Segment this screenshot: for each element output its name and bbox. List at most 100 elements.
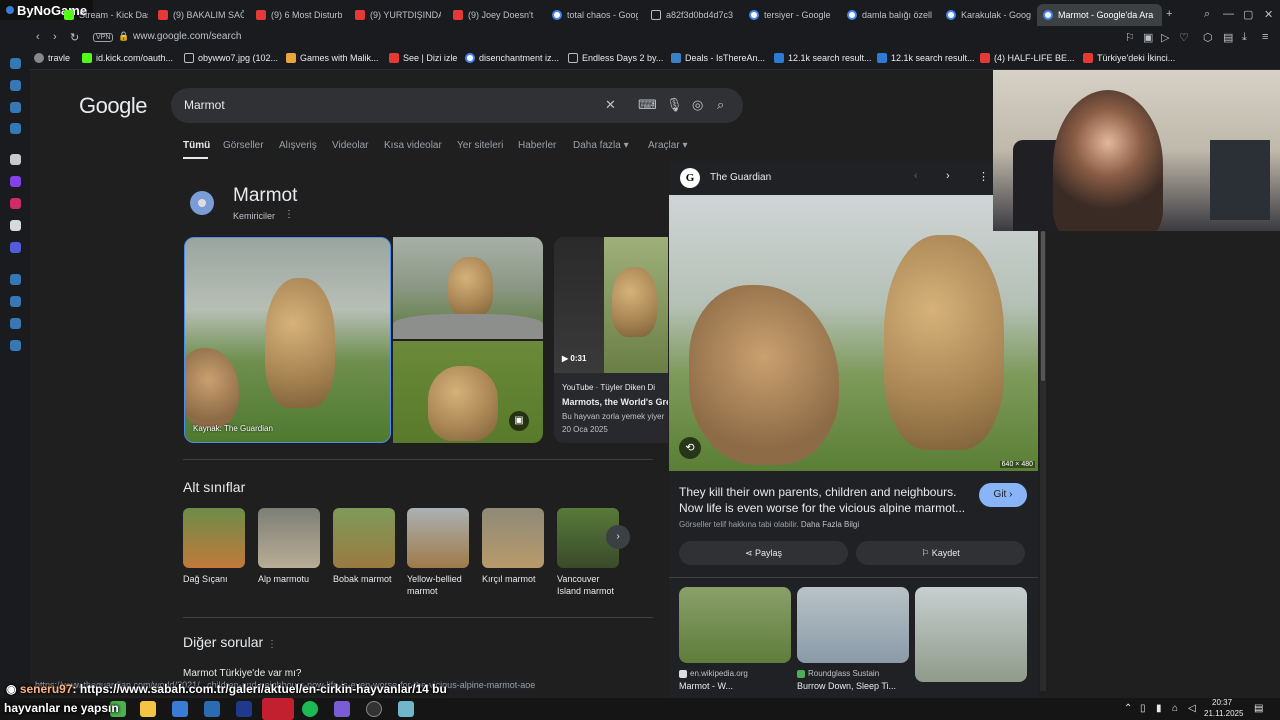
search-icon[interactable]: ⌕: [717, 97, 724, 113]
bookmark-item[interactable]: disenchantment iz...: [465, 53, 559, 63]
download-icon[interactable]: ⤓: [1242, 31, 1247, 44]
clock-date[interactable]: 21.11.2025: [1204, 709, 1243, 718]
app-icon[interactable]: [172, 701, 188, 717]
wallet-icon[interactable]: ▤: [1223, 31, 1233, 44]
bookmark-item[interactable]: (4) HALF-LIFE BE...: [980, 53, 1075, 63]
clock-time[interactable]: 20:37: [1212, 698, 1232, 707]
search-tabs-icon[interactable]: ⌕: [1204, 8, 1210, 21]
visit-button[interactable]: Git ›: [979, 483, 1027, 507]
subclass-item[interactable]: Alp marmotu: [258, 508, 320, 585]
notifications-icon[interactable]: ▤: [1254, 703, 1263, 714]
question-item[interactable]: Marmot Türkiye'de var mı?: [183, 668, 301, 679]
sidebar-shopping-icon[interactable]: [10, 102, 21, 113]
audio-pronunciation-icon[interactable]: [190, 191, 214, 215]
subclass-item[interactable]: Bobak marmot: [333, 508, 395, 585]
gallery-icon[interactable]: ▣: [509, 411, 529, 431]
tray-device-icon[interactable]: ▯: [1140, 703, 1146, 714]
heart-icon[interactable]: ♡: [1179, 31, 1189, 44]
tab[interactable]: total chaos - Goog: [546, 4, 638, 26]
menu-icon[interactable]: ≡: [1262, 31, 1268, 43]
tab-web[interactable]: Yer siteleri: [457, 140, 503, 151]
tray-chevron-icon[interactable]: ⌃: [1124, 703, 1132, 714]
snapshot-icon[interactable]: ▣: [1143, 31, 1153, 44]
instagram-icon[interactable]: [10, 198, 21, 209]
previous-icon[interactable]: ‹: [914, 170, 918, 182]
sidebar-app-icon[interactable]: [10, 154, 21, 165]
lens-search-icon[interactable]: ⟲: [679, 437, 701, 459]
more-info-link[interactable]: Daha Fazla Bilgi: [801, 520, 859, 529]
save-button[interactable]: ⚐ Kaydet: [856, 541, 1025, 565]
twitch-icon[interactable]: [10, 176, 21, 187]
bookmark-item[interactable]: Türkiye'deki İkinci...: [1083, 53, 1175, 63]
subclass-item[interactable]: Dağ Sıçanı: [183, 508, 245, 585]
bookmark-item[interactable]: obywwo7.jpg (102...: [184, 53, 278, 63]
play-icon[interactable]: ▷: [1161, 31, 1169, 44]
google-logo[interactable]: Google: [79, 93, 147, 119]
new-tab-icon[interactable]: +: [1166, 8, 1172, 20]
forward-icon[interactable]: ›: [53, 31, 57, 43]
discord-icon[interactable]: [10, 242, 21, 253]
related-image[interactable]: Roundglass Sustain Burrow Down, Sleep Ti…: [797, 587, 909, 691]
image-thumbnail[interactable]: ▣: [393, 341, 543, 443]
volume-icon[interactable]: ◁: [1188, 703, 1196, 714]
minimize-icon[interactable]: —: [1223, 8, 1234, 20]
bookmark-item[interactable]: Deals - IsThereAn...: [671, 53, 765, 63]
app-icon[interactable]: [398, 701, 414, 717]
bookmark-item[interactable]: 12.1k search result...: [774, 53, 872, 63]
tab-shopping[interactable]: Alışveriş: [279, 140, 317, 151]
obs-icon[interactable]: [366, 701, 382, 717]
file-explorer-icon[interactable]: [140, 701, 156, 717]
maximize-icon[interactable]: ▢: [1243, 8, 1253, 21]
more-options-icon[interactable]: ⋮: [978, 170, 989, 183]
keyboard-icon[interactable]: ⌨: [638, 97, 657, 113]
x-icon[interactable]: [10, 220, 21, 231]
tab[interactable]: (9) 6 Most Disturb: [250, 4, 342, 26]
tab-short-videos[interactable]: Kısa videolar: [384, 140, 442, 151]
tab[interactable]: (9) YURTDIŞINDA: [349, 4, 441, 26]
app-icon[interactable]: [236, 701, 252, 717]
subclass-item[interactable]: Yellow-bellied marmot: [407, 508, 469, 597]
share-button[interactable]: ⋖ Paylaş: [679, 541, 848, 565]
tray-usb-icon[interactable]: ▮: [1156, 703, 1162, 714]
back-icon[interactable]: ‹: [36, 31, 40, 43]
main-image-card[interactable]: Kaynak: The Guardian: [184, 237, 391, 443]
sidebar-workspaces-icon[interactable]: [10, 80, 21, 91]
tab-news[interactable]: Haberler: [518, 140, 556, 151]
sidebar-feed-icon[interactable]: [10, 318, 21, 329]
subclass-item[interactable]: Kırçıl marmot: [482, 508, 544, 585]
scrollbar-thumb[interactable]: [1041, 231, 1045, 381]
tab-active[interactable]: Marmot - Google'da Ara: [1037, 4, 1162, 26]
sidebar-messenger-icon[interactable]: [10, 123, 21, 134]
tab[interactable]: tersiyer - Google: [743, 4, 835, 26]
tab-more[interactable]: Daha fazla ▾: [573, 140, 629, 151]
tab-videos[interactable]: Videolar: [332, 140, 369, 151]
close-icon[interactable]: ✕: [1264, 8, 1273, 21]
video-card[interactable]: ▶ 0:31 YouTube · Tüyler Diken Di Marmots…: [554, 237, 668, 443]
video-title[interactable]: Marmots, the World's Gre: [562, 397, 668, 407]
lens-icon[interactable]: ◎: [692, 97, 703, 113]
sidebar-player-icon[interactable]: [10, 274, 21, 285]
related-image[interactable]: [915, 587, 1027, 682]
bookmark-item[interactable]: 12.1k search result...: [877, 53, 975, 63]
tab[interactable]: (9) Joey Doesn't: [447, 4, 539, 26]
sidebar-aria-icon[interactable]: [10, 58, 21, 69]
bookmark-item[interactable]: Games with Malik...: [286, 53, 379, 63]
panel-title[interactable]: They kill their own parents, children an…: [679, 484, 969, 516]
bookmark-item[interactable]: id.kick.com/oauth...: [82, 53, 173, 63]
bookmark-item[interactable]: travle: [34, 53, 70, 63]
bookmark-icon[interactable]: ⚐: [1125, 31, 1135, 44]
image-thumbnail[interactable]: [393, 237, 543, 339]
settings-icon[interactable]: [10, 340, 21, 351]
panel-image[interactable]: ⟲ 640 × 480: [669, 195, 1038, 471]
bookmark-item[interactable]: See | Dizi izle: [389, 53, 457, 63]
browser-app-icon[interactable]: [262, 698, 294, 720]
tab[interactable]: (9) BAKALIM SAĞ: [152, 4, 244, 26]
subclass-item[interactable]: Vancouver Island marmot: [557, 508, 619, 597]
next-arrow-icon[interactable]: ›: [606, 525, 630, 549]
scrollbar[interactable]: [1040, 231, 1046, 691]
app-icon[interactable]: [334, 701, 350, 717]
microphone-icon[interactable]: 🎙: [666, 97, 683, 113]
spotify-icon[interactable]: [302, 701, 318, 717]
panel-source[interactable]: The Guardian: [710, 172, 771, 183]
clear-icon[interactable]: ✕: [605, 97, 616, 113]
